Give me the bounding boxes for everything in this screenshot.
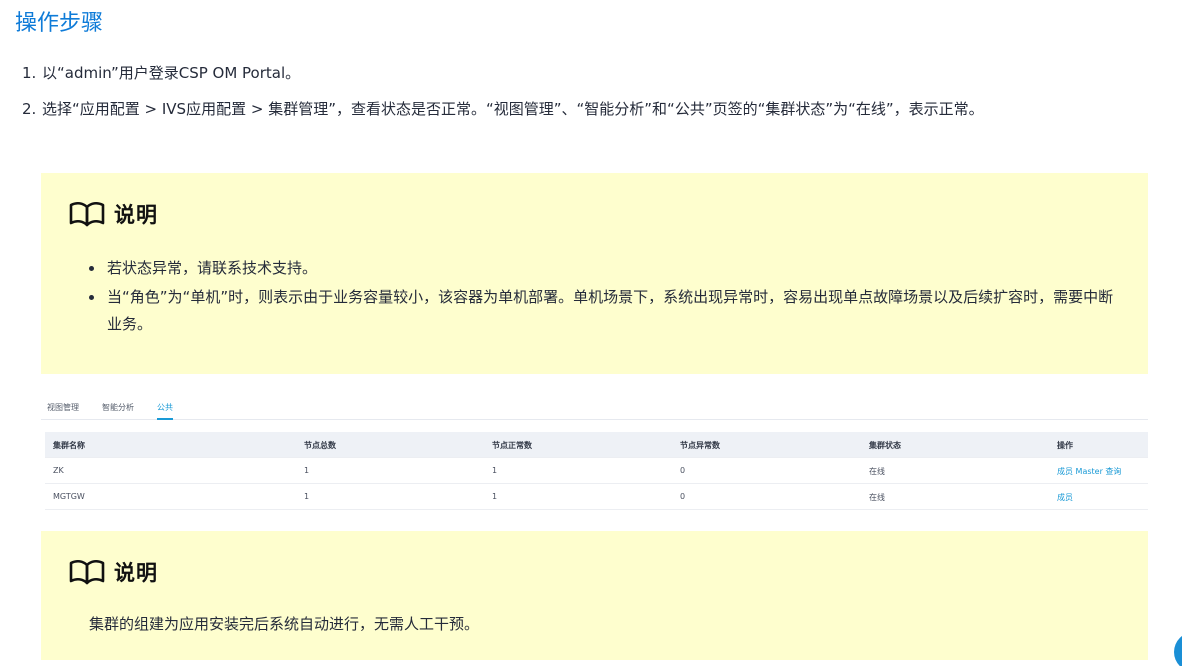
note-list-item: 若状态异常，请联系技术支持。 [89,255,1119,282]
cluster-table: 集群名称 节点总数 节点正常数 节点异常数 集群状态 操作 ZK 1 1 0 在… [45,432,1148,510]
column-header: 节点正常数 [492,441,532,450]
node-abnormal: 0 [680,466,686,475]
row-actions-link[interactable]: 成员 Master 查询 [1057,466,1121,477]
table-row: ZK 1 1 0 在线 成员 Master 查询 [45,458,1148,484]
node-abnormal: 0 [680,492,686,501]
step-item: 2. 选择“应用配置 > IVS应用配置 > 集群管理”，查看状态是否正常。“视… [22,96,1152,122]
tab-public[interactable]: 公共 [157,402,173,420]
tab-view-management[interactable]: 视图管理 [47,402,79,413]
column-header: 节点异常数 [680,441,720,450]
row-actions-link[interactable]: 成员 [1057,492,1073,503]
column-header: 集群状态 [869,441,901,450]
table-header-row: 集群名称 节点总数 节点正常数 节点异常数 集群状态 操作 [45,432,1148,458]
cluster-status: 在线 [869,493,885,502]
note-box: 说明 集群的组建为应用安装完后系统自动进行，无需人工干预。 [41,531,1148,660]
column-header: 节点总数 [304,441,336,450]
note-title: 说明 [114,561,158,585]
node-normal: 1 [492,466,498,475]
book-icon [69,559,105,585]
note-item-text: 若状态异常，请联系技术支持。 [107,259,318,277]
node-total: 1 [304,492,310,501]
node-normal: 1 [492,492,498,501]
step-number: 1. [22,64,37,82]
note-list: 若状态异常，请联系技术支持。 当“角色”为“单机”时，则表示由于业务容量较小，该… [89,255,1119,340]
note-title: 说明 [114,203,158,227]
step-list: 1. 以“admin”用户登录CSP OM Portal。 2. 选择“应用配置… [22,60,1152,122]
cluster-status: 在线 [869,467,885,476]
note-header: 说明 [68,557,158,587]
note-item-text: 当“角色”为“单机”时，则表示由于业务容量较小，该容器为单机部署。单机场景下，系… [107,288,1114,333]
bullet-icon [89,295,94,300]
note-header: 说明 [68,199,158,229]
table-row: MGTGW 1 1 0 在线 成员 [45,484,1148,510]
cluster-name: MGTGW [53,492,85,501]
step-item: 1. 以“admin”用户登录CSP OM Portal。 [22,60,1152,86]
note-list-item: 当“角色”为“单机”时，则表示由于业务容量较小，该容器为单机部署。单机场景下，系… [89,284,1119,338]
column-header: 集群名称 [53,441,85,450]
bullet-icon [89,266,94,271]
tab-intelligent-analysis[interactable]: 智能分析 [102,402,134,413]
note-box: 说明 若状态异常，请联系技术支持。 当“角色”为“单机”时，则表示由于业务容量较… [41,173,1148,374]
cluster-name: ZK [53,466,64,475]
book-icon [69,201,105,227]
step-text: 以“admin”用户登录CSP OM Portal。 [42,64,301,82]
floating-action-button[interactable] [1174,632,1182,666]
column-header: 操作 [1057,441,1073,450]
note-text: 集群的组建为应用安装完后系统自动进行，无需人工干预。 [89,615,480,633]
section-title: 操作步骤 [15,11,104,36]
step-text: 选择“应用配置 > IVS应用配置 > 集群管理”，查看状态是否正常。“视图管理… [42,100,984,118]
node-total: 1 [304,466,310,475]
step-number: 2. [22,100,37,118]
tab-bar: 视图管理 智能分析 公共 [41,398,1148,420]
